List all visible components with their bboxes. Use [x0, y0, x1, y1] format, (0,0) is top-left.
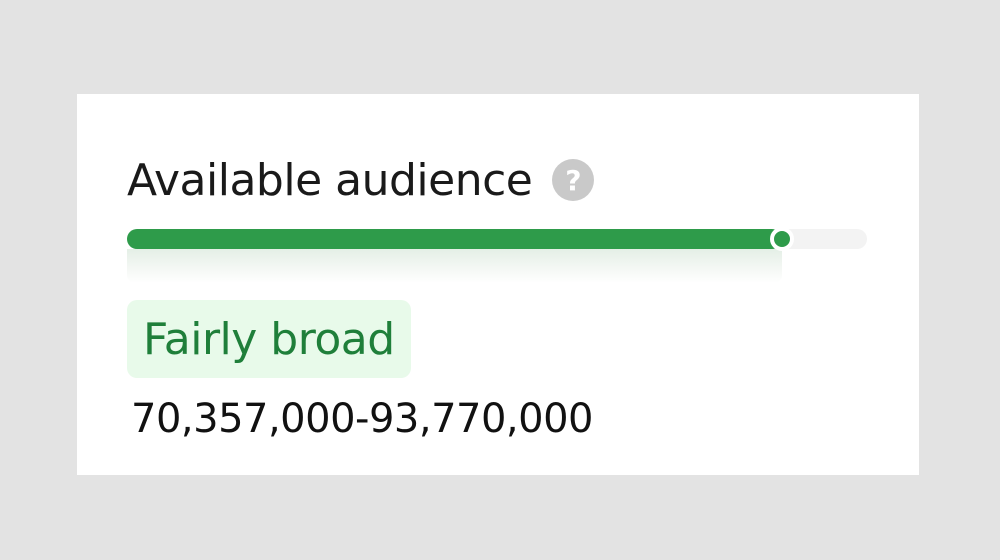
question-circle-icon[interactable]: ?	[552, 159, 595, 201]
audience-header: Available audience ?	[127, 152, 595, 208]
audience-meter-shadow	[127, 249, 782, 283]
audience-size-range: 70,357,000-93,770,000	[131, 396, 593, 442]
audience-title: Available audience	[127, 154, 533, 206]
audience-status-badge: Fairly broad	[127, 300, 411, 378]
audience-meter	[127, 227, 867, 283]
audience-meter-fill	[127, 229, 782, 249]
audience-card: Available audience ? Fairly broad 70,357…	[77, 94, 919, 475]
audience-meter-handle[interactable]	[770, 227, 794, 251]
